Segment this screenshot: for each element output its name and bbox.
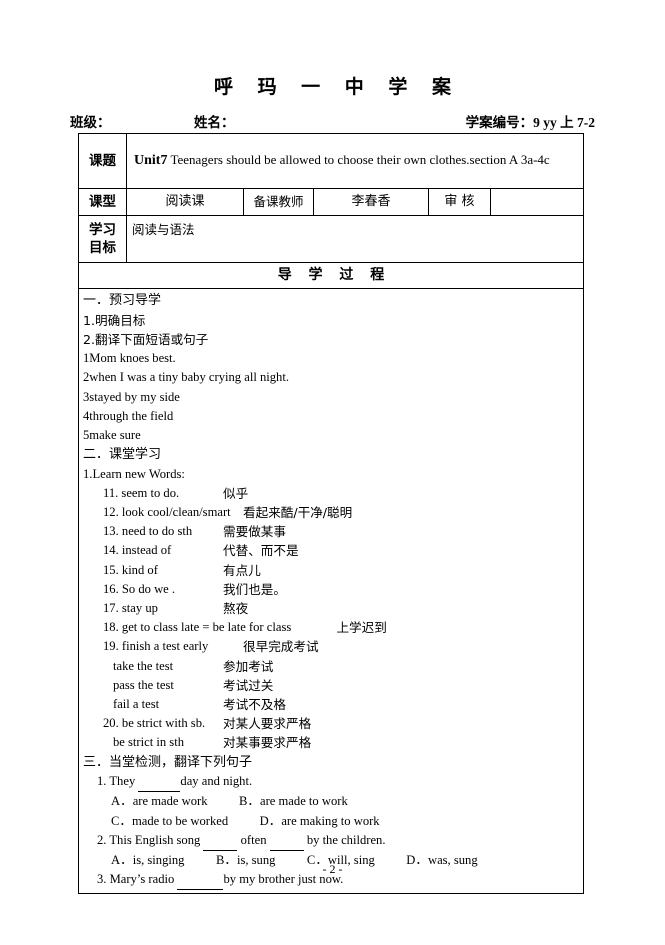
process-header: 导 学 过 程 bbox=[78, 262, 584, 290]
fill-in-blank bbox=[203, 831, 238, 851]
vocab-item: fail a test 考试不及格 bbox=[83, 695, 579, 714]
question-2-stem-post: by the children. bbox=[303, 832, 386, 847]
question-1-choices-line-2: C．made to be worked D．are making to work bbox=[111, 813, 380, 828]
student-name-label: 姓名： bbox=[194, 115, 235, 130]
question-1-stem: 1. They day and night. bbox=[83, 772, 579, 793]
student-info-line: 班级： 姓名： 学案编号：9 yy 上 7-2 bbox=[70, 111, 595, 131]
lesson-body-content: 一．预习导学 1.明确目标 2.翻译下面短语或句子 1Mom knoes best. 2… bbox=[83, 291, 579, 891]
topic-text: Teenagers should be allowed to choose th… bbox=[167, 151, 550, 167]
lesson-plan-number-value: 9 yy 上 7-2 bbox=[533, 115, 595, 130]
section1-item-3: 3stayed by my side bbox=[83, 389, 180, 404]
question-1-stem-post: day and night. bbox=[180, 774, 253, 789]
vocab-chinese: 需要做某事 bbox=[223, 524, 286, 540]
objective-label-line1: 学习 bbox=[89, 222, 116, 239]
vocab-english: 14. instead of bbox=[103, 543, 172, 558]
vocab-item: 13. need to do sth 需要做某事 bbox=[83, 522, 579, 541]
vocab-item: 12. look cool/clean/smart 看起来酷/干净/聪明 bbox=[83, 503, 579, 522]
vocab-chinese: 有点儿 bbox=[223, 562, 261, 578]
vocab-item: 18. get to class late = be late for clas… bbox=[83, 618, 579, 637]
table-row-body: 一．预习导学 1.明确目标 2.翻译下面短语或句子 1Mom knoes best. 2… bbox=[78, 288, 584, 895]
review-label: 审 核 bbox=[428, 187, 491, 217]
vocab-english: fail a test bbox=[113, 696, 160, 711]
question-2-stem-mid: often bbox=[237, 832, 270, 847]
lesson-type-value: 阅读课 bbox=[126, 187, 244, 217]
vocab-english: 19. finish a test early bbox=[103, 639, 209, 654]
topic-value: Unit7 Teenagers should be allowed to cho… bbox=[126, 133, 584, 189]
section1-item-5: 5make sure bbox=[83, 427, 141, 442]
vocab-english: 16. So do we . bbox=[103, 581, 176, 596]
vocab-english: 18. get to class late = be late for clas… bbox=[103, 620, 292, 635]
section1-line-2: 2.翻译下面短语或句子 bbox=[83, 332, 209, 348]
section-title-3: 三．当堂检测，翻译下列句子 bbox=[83, 754, 253, 770]
fill-in-blank bbox=[269, 831, 304, 851]
topic-label: 课题 bbox=[78, 133, 127, 189]
table-row-topic: 课题 Unit7 Teenagers should be allowed to … bbox=[78, 133, 584, 189]
learn-new-words-label: 1.Learn new Words: bbox=[83, 466, 185, 481]
vocab-chinese: 我们也是。 bbox=[223, 581, 286, 597]
vocab-chinese: 看起来酷/干净/聪明 bbox=[243, 505, 353, 521]
section-title-2: 二．课堂学习 bbox=[83, 446, 162, 462]
vocab-item: be strict in sth 对某事要求严格 bbox=[83, 733, 579, 752]
section1-line-1: 1.明确目标 bbox=[83, 313, 146, 328]
table-row-process-header: 导 学 过 程 bbox=[78, 262, 584, 290]
vocab-item: 19. finish a test early 很早完成考试 bbox=[83, 637, 579, 656]
objective-label: 学习 目标 bbox=[78, 215, 127, 264]
table-row-lesson-type: 课型 阅读课 备课教师 李春香 审 核 bbox=[78, 187, 584, 217]
document-page: 呼 玛 一 中 学 案 班级： 姓名： 学案编号：9 yy 上 7-2 课题 U… bbox=[0, 0, 665, 945]
vocab-chinese: 考试不及格 bbox=[223, 696, 286, 712]
vocab-english: be strict in sth bbox=[113, 735, 185, 750]
vocab-english: 13. need to do sth bbox=[103, 524, 193, 539]
vocab-chinese: 似乎 bbox=[223, 485, 249, 501]
vocab-item: take the test 参加考试 bbox=[83, 657, 579, 676]
objective-label-line2: 目标 bbox=[89, 240, 116, 257]
vocab-chinese: 上学迟到 bbox=[336, 620, 387, 636]
table-row-objective: 学习 目标 阅读与语法 bbox=[78, 215, 584, 264]
vocab-chinese: 代替、而不是 bbox=[223, 543, 299, 559]
section1-item-4: 4through the field bbox=[83, 408, 174, 423]
body-cell: 一．预习导学 1.明确目标 2.翻译下面短语或句子 1Mom knoes best. 2… bbox=[78, 288, 584, 895]
vocab-item: 16. So do we . 我们也是。 bbox=[83, 580, 579, 599]
vocab-chinese: 很早完成考试 bbox=[243, 639, 319, 655]
vocab-english: 20. be strict with sb. bbox=[103, 716, 206, 731]
class-label: 班级： bbox=[70, 115, 111, 130]
question-2-stem: 2. This English song often by the childr… bbox=[83, 831, 579, 851]
review-value bbox=[490, 187, 584, 217]
question-1-stem-pre: 1. They bbox=[97, 774, 139, 789]
vocab-chinese: 考试过关 bbox=[223, 677, 274, 693]
teacher-label: 备课教师 bbox=[243, 187, 314, 217]
section1-item-2: 2when I was a tiny baby crying all night… bbox=[83, 370, 290, 385]
vocab-chinese: 参加考试 bbox=[223, 658, 274, 674]
vocab-english: 12. look cool/clean/smart bbox=[103, 505, 231, 520]
objective-value: 阅读与语法 bbox=[126, 215, 584, 264]
vocab-english: 15. kind of bbox=[103, 562, 158, 577]
lesson-plan-number-label: 学案编号： bbox=[465, 115, 534, 130]
vocab-english: pass the test bbox=[113, 677, 174, 692]
vocab-item: 15. kind of 有点儿 bbox=[83, 561, 579, 580]
vocab-chinese: 对某事要求严格 bbox=[223, 735, 312, 751]
vocab-english: 11. seem to do. bbox=[103, 485, 180, 500]
vocab-item: 20. be strict with sb. 对某人要求严格 bbox=[83, 714, 579, 733]
vocab-english: take the test bbox=[113, 658, 174, 673]
page-footer: - 2 - bbox=[322, 862, 343, 876]
question-1-choices-line-1: A．are made work B．are made to work bbox=[111, 794, 348, 809]
page-title: 呼 玛 一 中 学 案 bbox=[213, 76, 461, 98]
lesson-plan-number: 学案编号：9 yy 上 7-2 bbox=[466, 111, 595, 131]
fill-in-blank bbox=[138, 772, 181, 793]
vocab-chinese: 对某人要求严格 bbox=[223, 716, 312, 732]
vocab-item: pass the test 考试过关 bbox=[83, 676, 579, 695]
section-title-1: 一．预习导学 bbox=[83, 293, 162, 309]
vocab-item: 11. seem to do. 似乎 bbox=[83, 484, 579, 503]
vocab-english: 17. stay up bbox=[103, 601, 158, 615]
section1-item-1: 1Mom knoes best. bbox=[83, 351, 176, 366]
question-2-stem-pre: 2. This English song bbox=[97, 832, 204, 847]
vocab-chinese: 熬夜 bbox=[223, 601, 249, 616]
lesson-type-label: 课型 bbox=[78, 187, 127, 217]
topic-unit: Unit7 bbox=[134, 152, 168, 168]
lesson-plan-table: 课题 Unit7 Teenagers should be allowed to … bbox=[78, 133, 584, 895]
teacher-value: 李春香 bbox=[313, 187, 429, 217]
vocab-item: 17. stay up 熬夜 bbox=[83, 599, 579, 618]
vocab-item: 14. instead of 代替、而不是 bbox=[83, 541, 579, 560]
